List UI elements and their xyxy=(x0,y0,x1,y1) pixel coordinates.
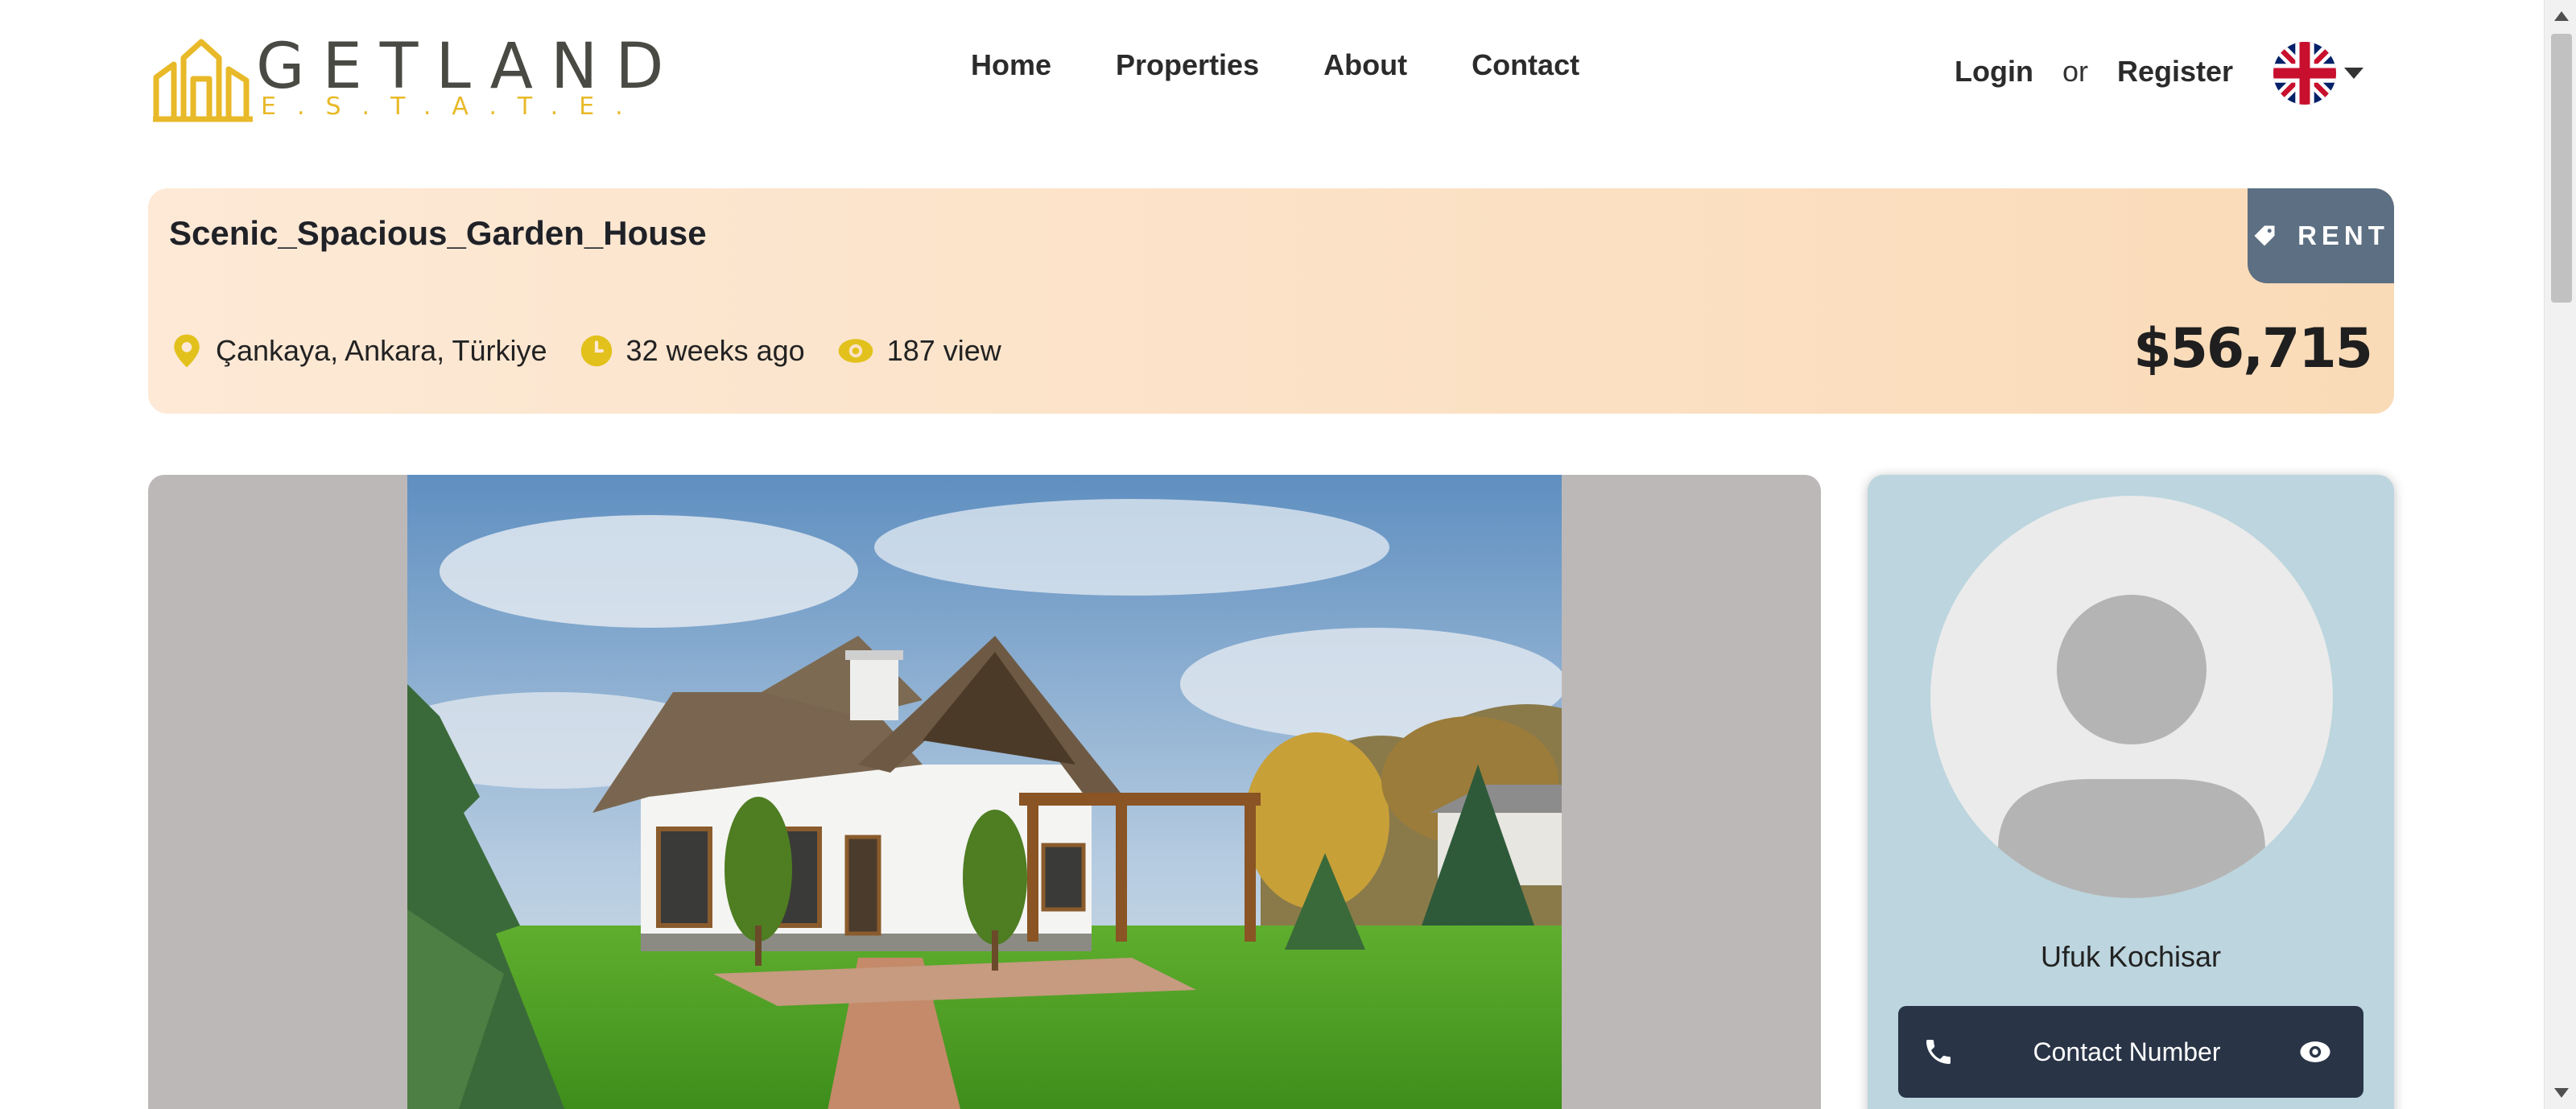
listing-posted: 32 weeks ago xyxy=(625,334,805,367)
views-meta: 187 view xyxy=(837,334,1001,368)
chevron-down-icon xyxy=(2344,68,2363,79)
user-placeholder-icon xyxy=(1998,595,2265,898)
main-nav: Home Properties About Contact xyxy=(971,48,1579,82)
scrollbar-thumb[interactable] xyxy=(2551,34,2572,303)
rent-badge: RENT xyxy=(2248,188,2394,283)
agent-name: Ufuk Kochisar xyxy=(2040,940,2222,973)
listing-meta: Çankaya, Ankara, Türkiye 32 weeks ago 18… xyxy=(171,333,1034,369)
scroll-down-arrow-icon[interactable] xyxy=(2554,1088,2569,1098)
phone-icon xyxy=(1926,1040,1951,1064)
register-link[interactable]: Register xyxy=(2117,55,2233,89)
language-selector[interactable] xyxy=(2273,42,2363,105)
tag-icon xyxy=(2254,225,2275,246)
location-pin-icon xyxy=(174,334,200,368)
listing-header: Scenic_Spacious_Garden_House Çankaya, An… xyxy=(148,188,2394,414)
listing-title: Scenic_Spacious_Garden_House xyxy=(169,214,707,252)
nav-properties[interactable]: Properties xyxy=(1116,48,1259,82)
nav-contact[interactable]: Contact xyxy=(1472,48,1579,82)
agent-avatar xyxy=(1930,496,2333,898)
auth-links: Login or Register xyxy=(1955,55,2233,89)
agent-card: Ufuk Kochisar Contact Number xyxy=(1868,475,2394,1109)
eye-icon xyxy=(2300,1041,2330,1062)
time-meta: 32 weeks ago xyxy=(580,334,805,368)
page-scrollbar[interactable] xyxy=(2544,0,2576,1109)
page: GETLAND E.S.T.A.T.E. Home Properties Abo… xyxy=(0,0,2576,1109)
login-link[interactable]: Login xyxy=(1955,55,2033,89)
eye-icon xyxy=(838,339,873,363)
location-meta: Çankaya, Ankara, Türkiye xyxy=(171,333,547,369)
clock-icon xyxy=(580,335,612,367)
uk-flag-icon xyxy=(2273,42,2336,105)
brand-tagline: E.S.T.A.T.E. xyxy=(261,93,644,121)
nav-about[interactable]: About xyxy=(1323,48,1407,82)
auth-separator: or xyxy=(2062,55,2088,88)
house-photo[interactable] xyxy=(407,475,1562,1109)
nav-home[interactable]: Home xyxy=(971,48,1051,82)
rent-badge-label: RENT xyxy=(2297,221,2389,250)
contact-number-button[interactable]: Contact Number xyxy=(1898,1006,2363,1098)
listing-views: 187 view xyxy=(886,334,1001,367)
listing-price: $56,715 xyxy=(2133,317,2373,381)
scroll-up-arrow-icon[interactable] xyxy=(2554,11,2569,21)
brand-name: GETLAND xyxy=(256,31,682,103)
brand-logo[interactable]: GETLAND E.S.T.A.T.E. xyxy=(151,29,663,122)
photo-gallery[interactable] xyxy=(148,475,1821,1109)
building-logo-icon xyxy=(153,39,253,122)
listing-location: Çankaya, Ankara, Türkiye xyxy=(216,334,547,367)
contact-number-label: Contact Number xyxy=(2033,1037,2221,1066)
